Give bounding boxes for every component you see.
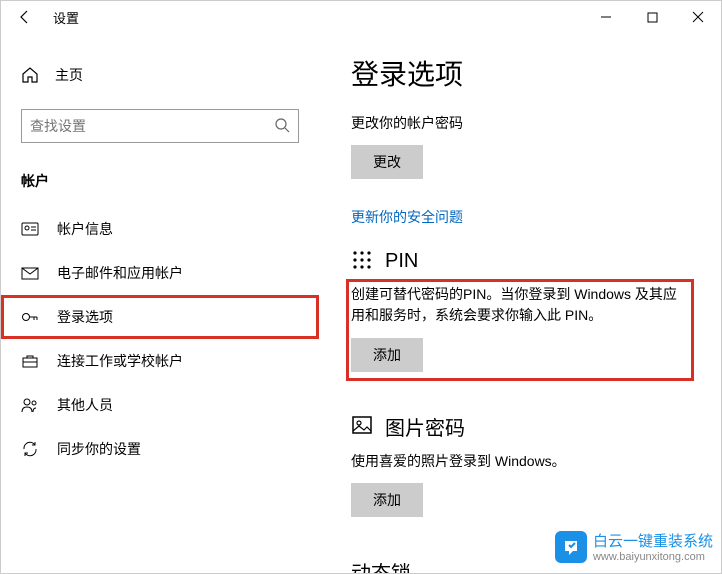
- picture-password-heading: 图片密码: [385, 412, 465, 441]
- pin-desc: 创建可替代密码的PIN。当你登录到 Windows 及其应用和服务时，系统会要求…: [351, 284, 689, 326]
- sidebar-item-label: 登录选项: [57, 307, 113, 327]
- pin-heading: PIN: [385, 250, 418, 273]
- minimize-button[interactable]: [583, 1, 629, 33]
- briefcase-icon: [21, 352, 39, 370]
- sidebar-section-title: 帐户: [1, 167, 319, 207]
- picture-password-desc: 使用喜爱的照片登录到 Windows。: [351, 451, 689, 471]
- sidebar-item-other-users[interactable]: 其他人员: [1, 383, 319, 427]
- sidebar-item-label: 同步你的设置: [57, 439, 141, 459]
- sidebar-item-sync[interactable]: 同步你的设置: [1, 427, 319, 471]
- sidebar-item-label: 帐户信息: [57, 219, 113, 239]
- close-button[interactable]: [675, 1, 721, 33]
- add-picture-password-button[interactable]: 添加: [351, 483, 423, 517]
- pin-section-highlighted: 创建可替代密码的PIN。当你登录到 Windows 及其应用和服务时，系统会要求…: [351, 284, 689, 376]
- sidebar-item-label: 连接工作或学校帐户: [57, 351, 183, 371]
- back-button[interactable]: [9, 1, 41, 33]
- password-desc: 更改你的帐户密码: [351, 113, 689, 133]
- home-link[interactable]: 主页: [1, 57, 319, 93]
- watermark-logo-icon: [555, 531, 587, 563]
- search-box[interactable]: [21, 109, 299, 143]
- security-questions-link[interactable]: 更新你的安全问题: [351, 207, 689, 227]
- sidebar-item-signin-options[interactable]: 登录选项: [1, 295, 319, 339]
- mail-icon: [21, 264, 39, 282]
- watermark-text: 白云一键重装系统: [593, 530, 713, 551]
- key-icon: [21, 308, 39, 326]
- change-password-button[interactable]: 更改: [351, 145, 423, 179]
- home-label: 主页: [55, 65, 83, 85]
- sidebar-item-email[interactable]: 电子邮件和应用帐户: [1, 251, 319, 295]
- window-title: 设置: [53, 8, 79, 27]
- add-pin-button[interactable]: 添加: [351, 338, 423, 372]
- search-input[interactable]: [30, 118, 274, 134]
- picture-icon: [351, 414, 373, 439]
- home-icon: [21, 66, 39, 84]
- maximize-button[interactable]: [629, 1, 675, 33]
- content-area: 登录选项 更改你的帐户密码 更改 更新你的安全问题 PIN 创建可替代密码的PI…: [319, 33, 721, 573]
- page-title: 登录选项: [351, 53, 689, 93]
- people-icon: [21, 396, 39, 414]
- search-icon: [274, 117, 290, 136]
- sidebar-item-account-info[interactable]: 帐户信息: [1, 207, 319, 251]
- sidebar-item-label: 其他人员: [57, 395, 113, 415]
- sidebar-item-work-school[interactable]: 连接工作或学校帐户: [1, 339, 319, 383]
- watermark-url: www.baiyunxitong.com: [593, 551, 713, 563]
- watermark: 白云一键重装系统 www.baiyunxitong.com: [555, 530, 713, 563]
- pin-pad-icon: [351, 249, 373, 274]
- sidebar-item-label: 电子邮件和应用帐户: [57, 263, 183, 283]
- sidebar: 主页 帐户 帐户信息 电子邮件和应用帐户 登录选项 连接工作或学校帐户: [1, 33, 319, 573]
- person-card-icon: [21, 220, 39, 238]
- sync-icon: [21, 440, 39, 458]
